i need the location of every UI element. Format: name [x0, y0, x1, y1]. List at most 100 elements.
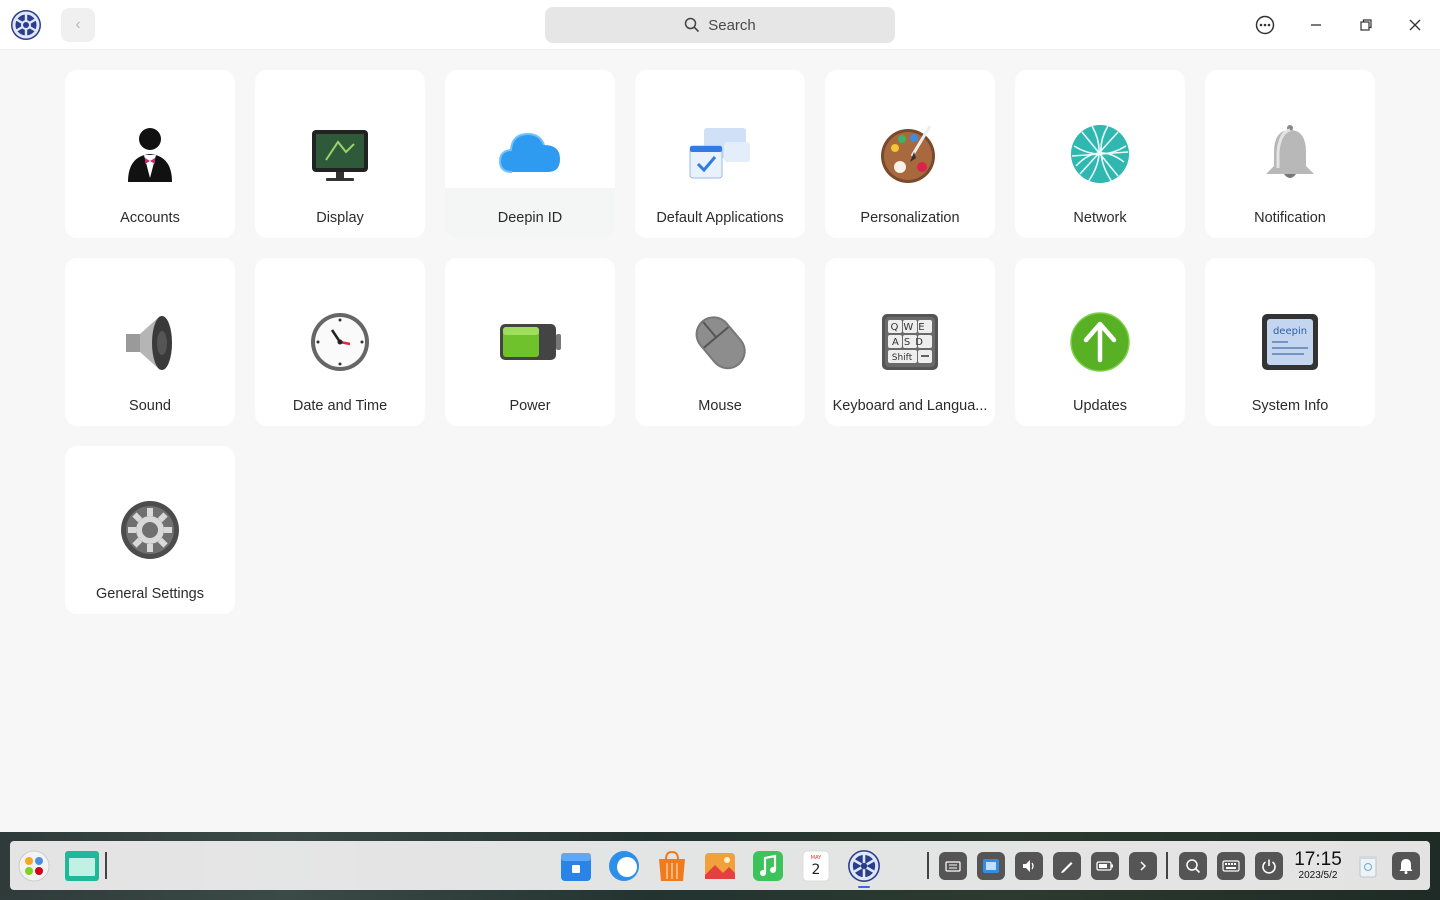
dock-trash[interactable] [1352, 848, 1384, 884]
tile-mouse[interactable]: Mouse [635, 258, 805, 426]
tile-personalization[interactable]: Personalization [825, 70, 995, 238]
system-info-icon: deepin [1262, 314, 1318, 370]
trash-icon [1359, 856, 1377, 878]
music-icon [753, 851, 783, 881]
tile-display[interactable]: Display [255, 70, 425, 238]
tile-label: Sound [129, 398, 171, 414]
multitask-view-button[interactable] [63, 848, 101, 884]
tile-label: Power [509, 398, 551, 414]
chevron-left-icon: ‹ [75, 16, 81, 33]
tile-label: Keyboard and Langua... [832, 398, 988, 414]
browser-icon [609, 851, 639, 881]
power-icon [1262, 859, 1276, 874]
tile-notification[interactable]: Notification [1205, 70, 1375, 238]
dock-app-browser[interactable] [606, 848, 642, 884]
search-icon [684, 17, 700, 33]
dock-app-file-manager[interactable] [558, 848, 594, 884]
tile-system-info[interactable]: deepin System Info [1205, 258, 1375, 426]
update-arrow-icon [1070, 312, 1130, 372]
tile-label: Accounts [120, 210, 180, 226]
notification-bell-icon [1399, 859, 1413, 874]
onscreen-keyboard-icon [945, 861, 961, 872]
more-options-icon [1255, 15, 1275, 35]
image-viewer-icon [705, 853, 735, 879]
search-placeholder: Search [708, 16, 756, 34]
clock-icon [311, 313, 369, 371]
calendar-icon: MAY 2 [802, 850, 830, 882]
tray-expand-button[interactable] [1129, 852, 1157, 880]
control-center-logo-icon [10, 9, 42, 41]
app-store-icon [659, 850, 685, 881]
tile-deepin-id[interactable]: Deepin ID [445, 70, 615, 238]
tile-label: Personalization [860, 210, 960, 226]
display-icon [312, 130, 368, 181]
default-apps-icon [689, 128, 750, 179]
tile-general-settings[interactable]: General Settings [65, 446, 235, 614]
tile-label: Date and Time [292, 398, 388, 414]
clock-time: 17:15 [1294, 849, 1342, 870]
tray-search[interactable] [1179, 852, 1207, 880]
chevron-right-icon [1140, 861, 1147, 871]
dock-clock[interactable]: 17:15 2023/5/2 [1290, 850, 1346, 882]
tray-keyboard-layout[interactable] [1217, 852, 1245, 880]
search-input[interactable]: Search [545, 7, 895, 43]
tray-power-button[interactable] [1255, 852, 1283, 880]
keyboard-row1-text: QWE [890, 322, 929, 333]
maximize-button[interactable] [1353, 12, 1379, 38]
dock-app-control-center[interactable] [846, 848, 882, 884]
screenshot-icon [983, 859, 999, 873]
dock-app-image-viewer[interactable] [702, 848, 738, 884]
keyboard-icon: QWE ASD Shift [882, 314, 938, 370]
tray-volume[interactable] [1015, 852, 1043, 880]
keyboard-row2-text: ASD [892, 337, 928, 348]
tray-battery[interactable] [1091, 852, 1119, 880]
tile-label: Default Applications [656, 210, 784, 226]
active-app-indicator [858, 886, 870, 888]
tray-onscreen-keyboard[interactable] [939, 852, 967, 880]
tile-label: General Settings [95, 586, 204, 602]
multitask-view-icon [65, 851, 99, 881]
tile-network[interactable]: Network [1015, 70, 1185, 238]
tile-label: Mouse [698, 398, 742, 414]
title-bar: ‹ Search [0, 0, 1440, 50]
close-button[interactable] [1402, 12, 1428, 38]
dock-app-calendar[interactable]: MAY 2 [798, 848, 834, 884]
calendar-day-text: 2 [812, 862, 821, 878]
file-manager-icon [561, 853, 591, 881]
tile-label: Notification [1254, 210, 1326, 226]
minimize-button[interactable] [1303, 12, 1329, 38]
main-menu-button[interactable] [1252, 12, 1278, 38]
back-button[interactable]: ‹ [61, 8, 95, 42]
tray-notification-center[interactable] [1392, 852, 1420, 880]
bell-icon [1266, 125, 1314, 178]
tile-sound[interactable]: Sound [65, 258, 235, 426]
tray-screenshot[interactable] [977, 852, 1005, 880]
tile-default-applications[interactable]: Default Applications [635, 70, 805, 238]
dock-separator [927, 852, 929, 879]
restore-icon [1360, 19, 1372, 31]
tile-label: Display [316, 210, 364, 226]
accounts-icon [128, 128, 172, 182]
pen-icon [1061, 862, 1073, 873]
tile-date-and-time[interactable]: Date and Time [255, 258, 425, 426]
tile-label: Updates [1072, 398, 1127, 414]
system-info-brand-text: deepin [1273, 326, 1307, 337]
battery-icon [500, 324, 561, 360]
network-globe-icon [1071, 125, 1129, 183]
tray-pen-input[interactable] [1053, 852, 1081, 880]
close-icon [1409, 19, 1421, 31]
dock-app-store[interactable] [654, 848, 690, 884]
gear-icon [121, 501, 179, 559]
tile-power[interactable]: Power [445, 258, 615, 426]
launcher-icon [18, 850, 50, 882]
dock-separator [1166, 852, 1168, 879]
tray-search-icon [1186, 859, 1201, 874]
tile-updates[interactable]: Updates [1015, 258, 1185, 426]
keyboard-layout-icon [1222, 860, 1240, 872]
dock-separator [105, 852, 107, 879]
tile-keyboard-and-language[interactable]: QWE ASD Shift Keyboard and Langua... [825, 258, 995, 426]
tile-accounts[interactable]: Accounts [65, 70, 235, 238]
tile-label: System Info [1251, 398, 1329, 414]
dock-app-music[interactable] [750, 848, 786, 884]
launcher-button[interactable] [16, 848, 52, 884]
